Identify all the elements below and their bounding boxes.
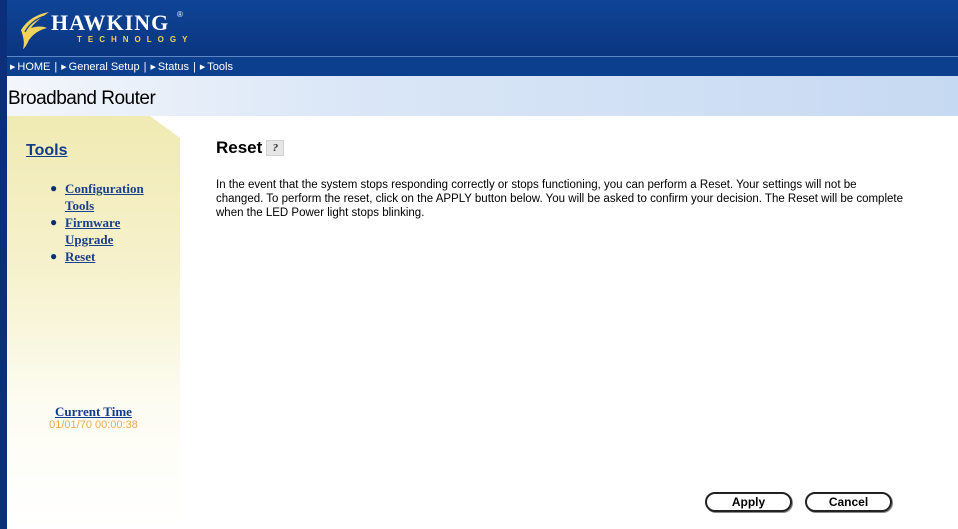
sidebar-menu: ● Configuration Tools ● Firmware Upgrade… [50,180,160,265]
bullet-icon: ● [50,181,58,195]
logo-subtext: TECHNOLOGY [77,35,194,44]
sidebar-item-configuration-tools: ● Configuration Tools [50,180,160,214]
logo-text: HAWKING [51,10,170,35]
hawk-icon [21,12,49,49]
reset-description: In the event that the system stops respo… [216,179,903,219]
sidebar-item-reset: ● Reset [50,248,160,265]
nav-tools[interactable]: ▶ Tools [197,61,236,73]
sidebar-title[interactable]: Tools [26,142,67,160]
left-border [0,0,7,529]
hawking-logo: HAWKING ® TECHNOLOGY [17,8,192,50]
top-nav: ▶ HOME | ▶ General Setup | ▶ Status | ▶ … [7,56,958,76]
bullet-icon: ● [50,249,58,263]
sidebar-link-firmware-upgrade[interactable]: Firmware Upgrade [65,215,120,247]
nav-arrow-icon: ▶ [199,63,206,71]
nav-general-setup-label: General Setup [68,60,140,73]
nav-home[interactable]: ▶ HOME [7,61,53,73]
nav-home-label: HOME [17,60,51,73]
sidebar-item-firmware-upgrade: ● Firmware Upgrade [50,214,160,248]
help-icon[interactable]: ? [266,140,285,156]
current-time-label[interactable]: Current Time [7,404,180,420]
header-banner: HAWKING ® TECHNOLOGY [7,0,958,56]
nav-status-label: Status [157,60,190,73]
page-title: Reset ? [216,138,285,158]
sidebar-notch [150,116,180,138]
current-time-value: 01/01/70 00:00:38 [49,419,138,431]
nav-general-setup[interactable]: ▶ General Setup [58,61,142,73]
cancel-button[interactable]: Cancel [805,492,892,512]
sidebar-link-reset[interactable]: Reset [65,249,95,264]
router-admin-page: HAWKING ® TECHNOLOGY ▶ HOME | ▶ General … [0,0,958,529]
nav-status[interactable]: ▶ Status [147,61,192,73]
sidebar [7,116,180,529]
logo-registered-mark: ® [177,10,183,19]
nav-arrow-icon: ▶ [10,63,16,71]
nav-arrow-icon: ▶ [61,63,67,71]
page-title-text: Reset [216,138,263,157]
nav-tools-label: Tools [207,60,233,73]
sidebar-link-configuration-tools[interactable]: Configuration Tools [65,181,144,213]
bullet-icon: ● [50,215,58,229]
nav-arrow-icon: ▶ [150,63,156,71]
product-title: Broadband Router [8,88,156,109]
apply-button[interactable]: Apply [705,492,792,512]
